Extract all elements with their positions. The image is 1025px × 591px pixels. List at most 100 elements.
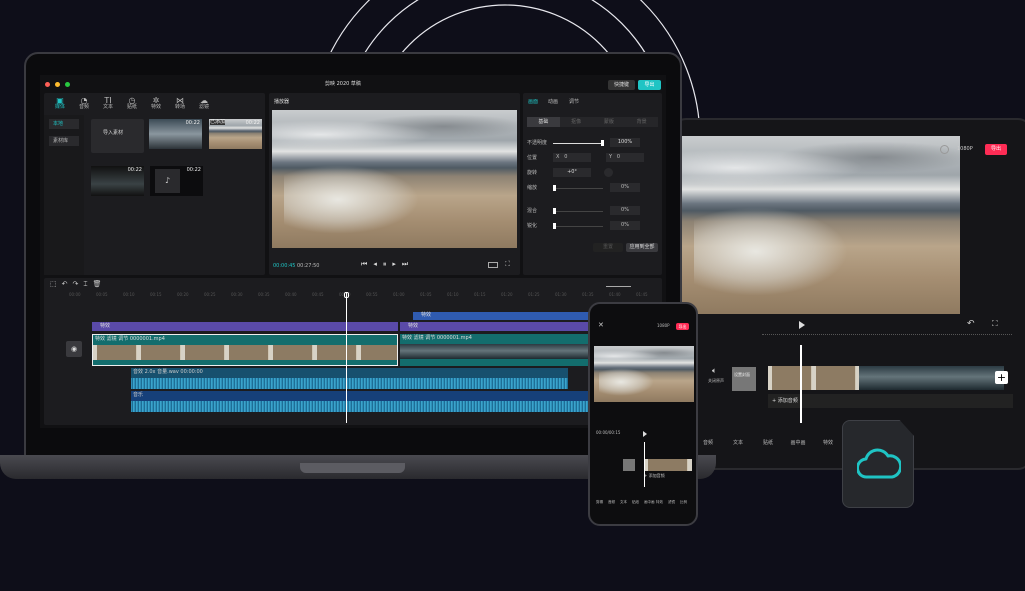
- select-tool-icon[interactable]: ⬚: [50, 280, 62, 288]
- phone-clip[interactable]: [644, 459, 692, 471]
- maximize-dot[interactable]: [65, 82, 70, 87]
- play-icon[interactable]: [799, 321, 805, 329]
- rotate-dial[interactable]: [604, 168, 613, 177]
- tablet-clip-2[interactable]: [859, 366, 950, 390]
- phone-tool[interactable]: 贴纸: [632, 500, 641, 505]
- close-dot[interactable]: [45, 82, 50, 87]
- phone-close-icon[interactable]: ✕: [598, 322, 604, 329]
- tab-sticker[interactable]: ◷ 贴纸: [124, 96, 140, 110]
- tab-text[interactable]: TI 文本: [100, 96, 116, 110]
- shortcut-button[interactable]: 快捷键: [608, 80, 635, 90]
- tablet-playhead[interactable]: [800, 345, 802, 423]
- media-item-audio[interactable]: ♪ 00:22: [150, 166, 203, 196]
- undo-icon[interactable]: ↶: [967, 320, 975, 329]
- blend-thumb[interactable]: [553, 208, 556, 214]
- redo-icon[interactable]: ↷: [73, 280, 84, 288]
- media-item[interactable]: 已添加 00:22: [209, 119, 262, 149]
- tool-audio[interactable]: 音频: [699, 432, 717, 446]
- sidebar-item-library[interactable]: 素材库: [49, 136, 79, 146]
- opacity-slider[interactable]: [553, 140, 604, 146]
- media-item[interactable]: 00:22: [91, 166, 144, 196]
- minimize-dot[interactable]: [55, 82, 60, 87]
- apply-all-button[interactable]: 应用到全部: [626, 243, 658, 252]
- zoom-slider[interactable]: [606, 286, 631, 287]
- import-button[interactable]: 导入素材: [91, 119, 144, 153]
- effect-track-2[interactable]: 特效: [400, 322, 590, 331]
- phone-export-button[interactable]: 导出: [676, 323, 689, 330]
- tab-effects[interactable]: ✲ 特效: [148, 96, 164, 110]
- subtab-mask[interactable]: 蒙版: [593, 117, 626, 127]
- audio-track-1[interactable]: 音效 2.0x 音量.wav 00:00:00: [131, 368, 568, 389]
- export-button[interactable]: 导出: [638, 80, 661, 90]
- subtab-basic[interactable]: 基础: [527, 117, 560, 127]
- prev-frame-icon[interactable]: ◂: [373, 260, 383, 268]
- tool-text[interactable]: 文本: [729, 432, 747, 446]
- phone-tool[interactable]: 画中画: [644, 500, 655, 505]
- subtab-background[interactable]: 背景: [625, 117, 658, 127]
- phone-resolution[interactable]: 1080P: [657, 324, 670, 328]
- video-clip[interactable]: 特效 滤镜 调节 0000001.mp4: [400, 334, 590, 366]
- phone-tool[interactable]: 文本: [620, 500, 629, 505]
- blend-value[interactable]: 0%: [610, 206, 640, 215]
- tablet-clip-1[interactable]: [768, 366, 859, 390]
- tab-adjust[interactable]: 调节: [569, 100, 579, 105]
- opacity-value[interactable]: 100%: [610, 138, 640, 147]
- split-icon[interactable]: ⌶: [83, 280, 92, 288]
- fullscreen-icon[interactable]: ⛶: [505, 261, 510, 268]
- audio-track-2[interactable]: 音乐: [131, 391, 590, 412]
- mute-label[interactable]: 关闭原声: [708, 379, 724, 383]
- tab-transition[interactable]: ⋈ 转场: [172, 96, 188, 110]
- tool-effects[interactable]: 特效: [819, 432, 837, 446]
- tab-audio[interactable]: ◔ 音频: [76, 96, 92, 110]
- phone-tool[interactable]: 剪辑: [596, 500, 605, 505]
- resolution-select[interactable]: 1080P: [957, 147, 973, 152]
- opacity-thumb[interactable]: [601, 140, 604, 146]
- phone-tool[interactable]: 滤镜: [668, 500, 677, 505]
- add-clip-button[interactable]: +: [995, 371, 1008, 384]
- tablet-export-button[interactable]: 导出: [985, 144, 1007, 155]
- sharpen-slider[interactable]: [553, 223, 603, 229]
- next-frame-icon[interactable]: ▸: [392, 260, 402, 268]
- video-clip-selected[interactable]: 特效 滤镜 调节 0000001.mp4: [92, 334, 398, 366]
- tab-media[interactable]: ▣ 媒体: [52, 96, 68, 110]
- skip-back-icon[interactable]: ⏮: [361, 260, 373, 268]
- subtab-cutout[interactable]: 抠像: [560, 117, 593, 127]
- sharpen-value[interactable]: 0%: [610, 221, 640, 230]
- tab-animation[interactable]: 动画: [548, 100, 558, 105]
- effect-track-blue[interactable]: 特效: [413, 312, 591, 320]
- reset-button[interactable]: 重置: [593, 243, 623, 252]
- help-icon[interactable]: [940, 145, 949, 154]
- phone-add-audio[interactable]: + 添加音频: [644, 474, 665, 478]
- phone-playhead[interactable]: [644, 442, 645, 487]
- fullscreen-icon[interactable]: ⛶: [992, 320, 998, 328]
- phone-play-icon[interactable]: [643, 431, 647, 437]
- speaker-icon[interactable]: 🔈︎: [712, 367, 717, 375]
- phone-tool[interactable]: 音频: [608, 500, 617, 505]
- effect-track[interactable]: 特效: [92, 322, 398, 331]
- sharpen-thumb[interactable]: [553, 223, 556, 229]
- position-y[interactable]: Y 0: [606, 153, 644, 162]
- tool-pip[interactable]: 画中画: [789, 432, 807, 446]
- tool-sticker[interactable]: 贴纸: [759, 432, 777, 446]
- sidebar-item-local[interactable]: 本地: [49, 119, 79, 129]
- tab-picture[interactable]: 画面: [528, 100, 538, 105]
- phone-tool[interactable]: 比例: [680, 500, 689, 505]
- blend-slider[interactable]: [553, 208, 603, 214]
- phone-tool[interactable]: 特效: [656, 500, 665, 505]
- undo-icon[interactable]: ↶: [62, 280, 73, 288]
- skip-forward-icon[interactable]: ⏭: [402, 260, 414, 268]
- delete-icon[interactable]: 🗑︎: [93, 280, 107, 288]
- media-item[interactable]: 00:22: [149, 119, 202, 149]
- add-audio-button[interactable]: + 添加音频: [768, 394, 1013, 408]
- scale-slider[interactable]: [553, 185, 603, 191]
- ratio-icon[interactable]: [488, 262, 498, 268]
- scale-thumb[interactable]: [553, 185, 556, 191]
- phone-cover[interactable]: [623, 459, 635, 471]
- pause-icon[interactable]: ⏸: [383, 260, 393, 268]
- cover-icon[interactable]: ◉: [66, 341, 82, 357]
- rotate-value[interactable]: +0°: [553, 168, 591, 177]
- cover-button[interactable]: 设置封面: [732, 367, 756, 391]
- scale-value[interactable]: 0%: [610, 183, 640, 192]
- playhead[interactable]: [344, 292, 349, 423]
- position-x[interactable]: X 0: [553, 153, 591, 162]
